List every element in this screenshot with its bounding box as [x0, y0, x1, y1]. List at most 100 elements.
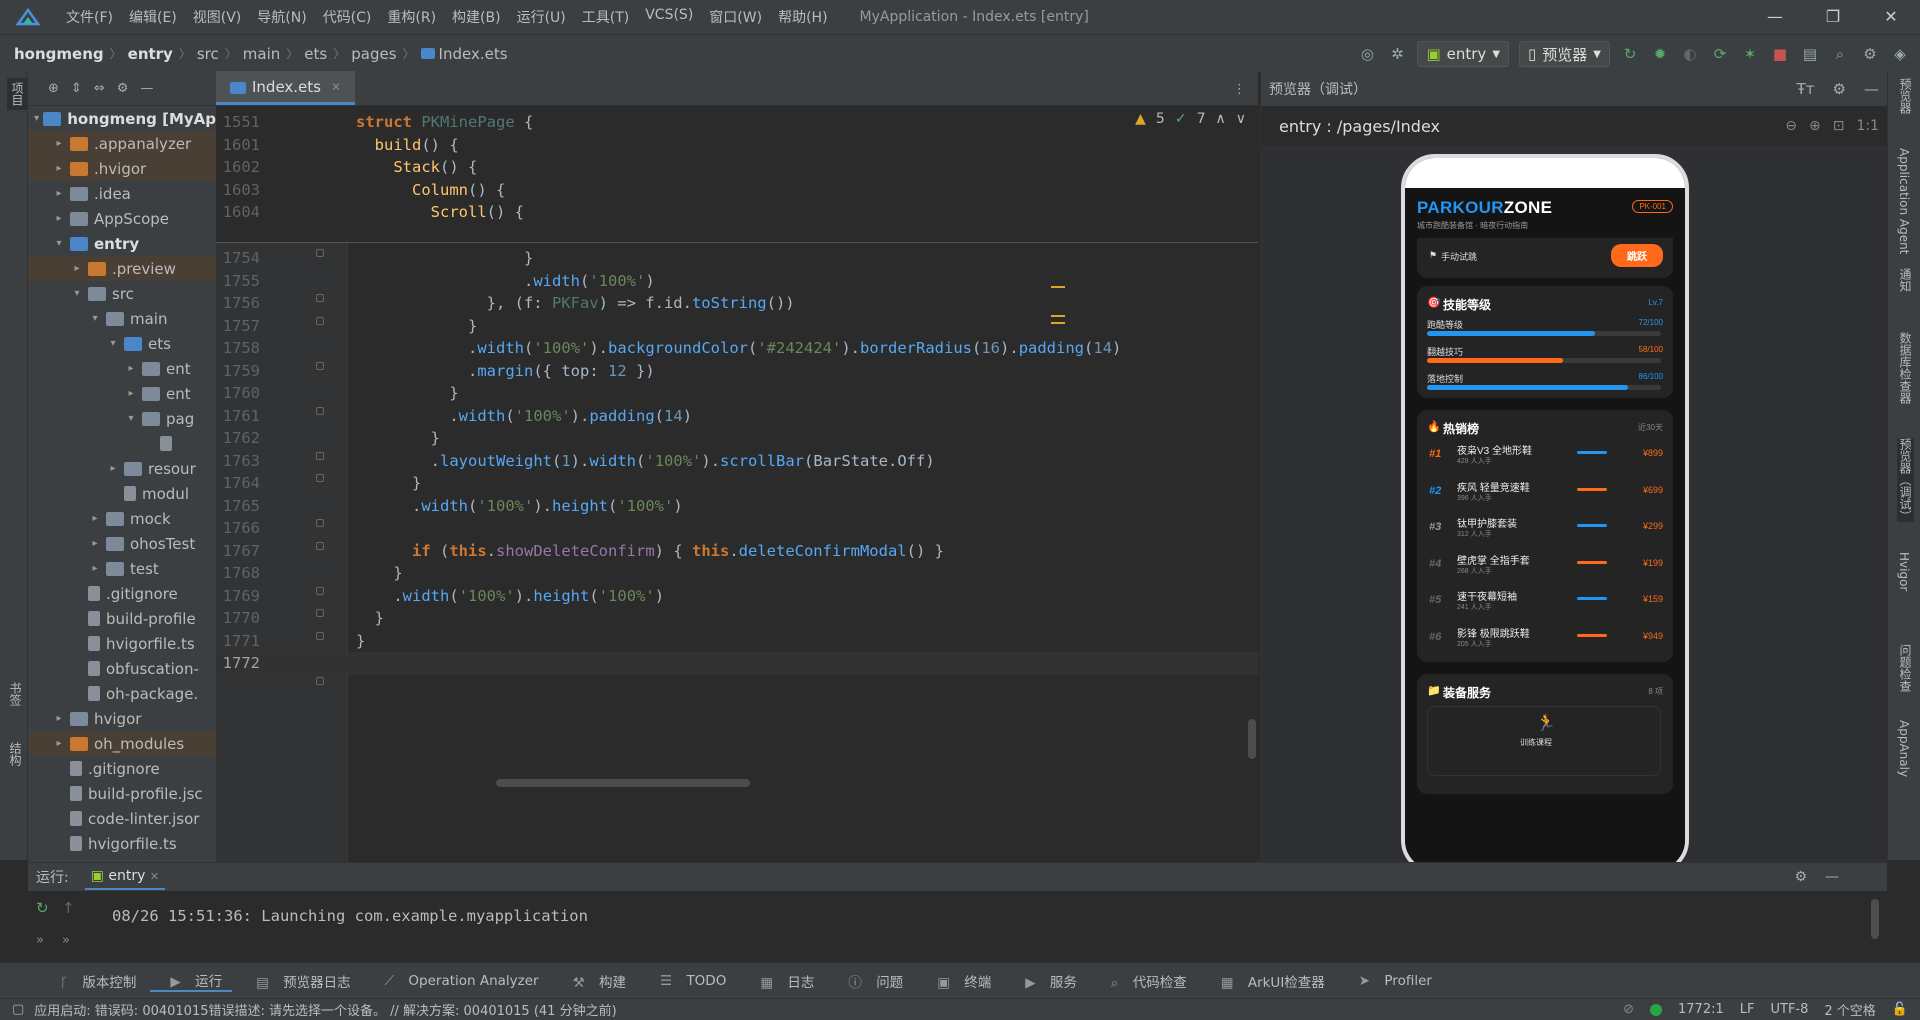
settings-gear-icon[interactable]: ⚙ [1794, 869, 1807, 885]
file-encoding[interactable]: UTF-8 [1771, 1002, 1809, 1017]
structure-tool-tab[interactable]: 结构 [7, 742, 24, 766]
tree-toggle-icon[interactable]: ▸ [124, 388, 138, 399]
lock-icon[interactable]: 🔓 [1892, 1002, 1908, 1017]
zoom-out-icon[interactable]: ⊖ [1785, 118, 1797, 134]
rank-row[interactable]: #1 夜枭V3 全地形鞋 428 人入手 ¥899 [1417, 438, 1673, 474]
menu-item[interactable]: 导航(N) [249, 7, 314, 27]
run-tab-entry[interactable]: ▣ entry ✕ [84, 864, 166, 890]
code-area[interactable]: ▲ 5 ✓ 7 ∧ ∨ 1551 struct PKMinePage {1601 bui… [216, 107, 1258, 862]
menu-item[interactable]: 代码(C) [315, 7, 380, 27]
profile-icon[interactable]: ✶ [1740, 45, 1760, 63]
service-item[interactable]: 🏃 训练课程 [1427, 706, 1661, 776]
breadcrumb-item[interactable]: main [243, 45, 280, 63]
tree-item[interactable]: ▾ pag [28, 406, 216, 431]
toolwindow-5[interactable]: ☰ TODO [640, 973, 736, 989]
tree-item[interactable]: modul [28, 481, 216, 506]
tree-toggle-icon[interactable]: ▾ [70, 288, 84, 299]
fold-marker-icon[interactable] [316, 361, 324, 370]
tree-item[interactable]: ▸ .preview [28, 256, 216, 281]
menu-item[interactable]: 帮助(H) [770, 7, 835, 27]
tree-item[interactable]: ▾ hongmeng [MyAp [28, 106, 216, 131]
tree-toggle-icon[interactable]: ▸ [52, 738, 66, 749]
fold-marker-icon[interactable] [316, 406, 324, 415]
toolwindow-7[interactable]: ⓘ 问题 [828, 971, 913, 991]
tree-toggle-icon[interactable]: ▸ [52, 163, 66, 174]
tree-item[interactable]: ▸ oh_modules [28, 731, 216, 756]
breadcrumb-item[interactable]: Index.ets [439, 45, 508, 63]
fold-marker-icon[interactable] [316, 586, 324, 595]
previewer-tool-tab[interactable]: 预览器 [1897, 78, 1914, 114]
toolwindow-12[interactable]: ➤ Profiler [1339, 973, 1442, 989]
toolwindow-3[interactable]: ⟋ Operation Analyzer [365, 973, 549, 989]
collapse-all-icon[interactable]: ⇔ [94, 81, 105, 96]
fold-marker-icon[interactable] [316, 474, 324, 482]
options-gear-icon[interactable]: ⚙ [117, 81, 129, 96]
tree-item[interactable]: ▸ test [28, 556, 216, 581]
tree-toggle-icon[interactable]: ▸ [52, 213, 66, 224]
tree-toggle-icon[interactable]: ▸ [88, 513, 102, 524]
scroll-up-icon[interactable]: ↑ [62, 899, 75, 917]
tree-item[interactable]: ▾ src [28, 281, 216, 306]
zoom-one-to-one[interactable]: 1:1 [1856, 118, 1879, 134]
hide-panel-icon[interactable]: — [1825, 869, 1839, 885]
close-tab-icon[interactable]: ✕ [331, 80, 341, 94]
tree-item[interactable]: ▸ .hvigor [28, 156, 216, 181]
fold-marker-icon[interactable] [316, 541, 324, 550]
appanalyzer-tool-tab[interactable]: AppAnaly [1897, 720, 1911, 777]
toolwindow-10[interactable]: ⌕ 代码检查 [1091, 971, 1197, 991]
tree-item[interactable]: .gitignore [28, 581, 216, 606]
fold-marker-icon[interactable] [316, 451, 324, 460]
fold-marker-icon[interactable] [316, 249, 324, 257]
tree-toggle-icon[interactable]: ▾ [124, 413, 138, 424]
tree-item[interactable]: ▸ resour [28, 456, 216, 481]
rank-row[interactable]: #2 疾风 轻量竞速鞋 396 人入手 ¥699 [1417, 475, 1673, 511]
tree-item[interactable]: ▸ ent [28, 356, 216, 381]
tree-item[interactable] [28, 431, 216, 456]
toolwindow-4[interactable]: ⚒ 构建 [553, 971, 636, 991]
zoom-in-icon[interactable]: ⊕ [1809, 118, 1821, 134]
font-size-icon[interactable]: Ŧт [1797, 80, 1815, 98]
tree-toggle-icon[interactable]: ▾ [106, 338, 120, 349]
tree-toggle-icon[interactable]: ▸ [52, 138, 66, 149]
settings-gear-icon[interactable]: ⚙ [1860, 45, 1880, 63]
hide-panel-icon[interactable]: — [140, 81, 153, 96]
apply-changes-icon[interactable]: ⟳ [1710, 45, 1730, 63]
previewer-debug-tool-tab[interactable]: 预览器（调试） [1897, 438, 1914, 522]
menu-item[interactable]: 工具(T) [574, 7, 637, 27]
notifications-tool-tab[interactable]: 通知 [1897, 268, 1914, 292]
tree-item[interactable]: ▸ ent [28, 381, 216, 406]
fold-marker-icon[interactable] [316, 609, 324, 617]
close-tab-icon[interactable]: ✕ [150, 870, 159, 883]
more-tabs-icon[interactable]: ⋮ [1221, 82, 1258, 105]
line-separator[interactable]: LF [1740, 1002, 1755, 1017]
locate-icon[interactable]: ⊕ [48, 81, 59, 96]
tree-item[interactable]: ▾ main [28, 306, 216, 331]
tree-item[interactable]: obfuscation- [28, 656, 216, 681]
menu-item[interactable]: 构建(B) [444, 7, 509, 27]
tree-item[interactable]: hvigorfile.ts [28, 831, 216, 856]
tree-item[interactable]: ▾ ets [28, 331, 216, 356]
fold-marker-icon[interactable] [316, 294, 324, 302]
database-inspector-tool-tab[interactable]: 数据库检查器 [1897, 332, 1914, 404]
tree-item[interactable]: .gitignore [28, 756, 216, 781]
toolwindow-1[interactable]: ▶ 运行 [150, 970, 233, 992]
project-structure-icon[interactable]: ▤ [1800, 45, 1820, 63]
menu-item[interactable]: 视图(V) [185, 7, 250, 27]
tree-item[interactable]: ▸ hvigor [28, 706, 216, 731]
expand-icon[interactable]: » [62, 933, 70, 948]
fold-marker-icon[interactable] [316, 519, 324, 527]
tree-toggle-icon[interactable]: ▸ [106, 463, 120, 474]
hvigor-tool-tab[interactable]: Hvigor [1897, 552, 1911, 591]
caret-position[interactable]: 1772:1 [1678, 1002, 1724, 1017]
fold-marker-icon[interactable] [316, 631, 324, 640]
expand-all-icon[interactable]: ⇕ [71, 81, 82, 96]
stop-icon[interactable]: ■ [1770, 45, 1790, 63]
toolwindow-11[interactable]: ▦ ArkUI检查器 [1201, 971, 1335, 991]
minimize-button[interactable]: — [1746, 0, 1804, 34]
horizontal-scrollbar[interactable] [496, 779, 750, 787]
tree-item[interactable]: ▸ AppScope [28, 206, 216, 231]
breadcrumb-item[interactable]: src [197, 45, 219, 63]
breadcrumb-item[interactable]: hongmeng [14, 45, 104, 63]
tree-item[interactable]: oh-package. [28, 681, 216, 706]
tree-item[interactable]: ▸ .idea [28, 181, 216, 206]
